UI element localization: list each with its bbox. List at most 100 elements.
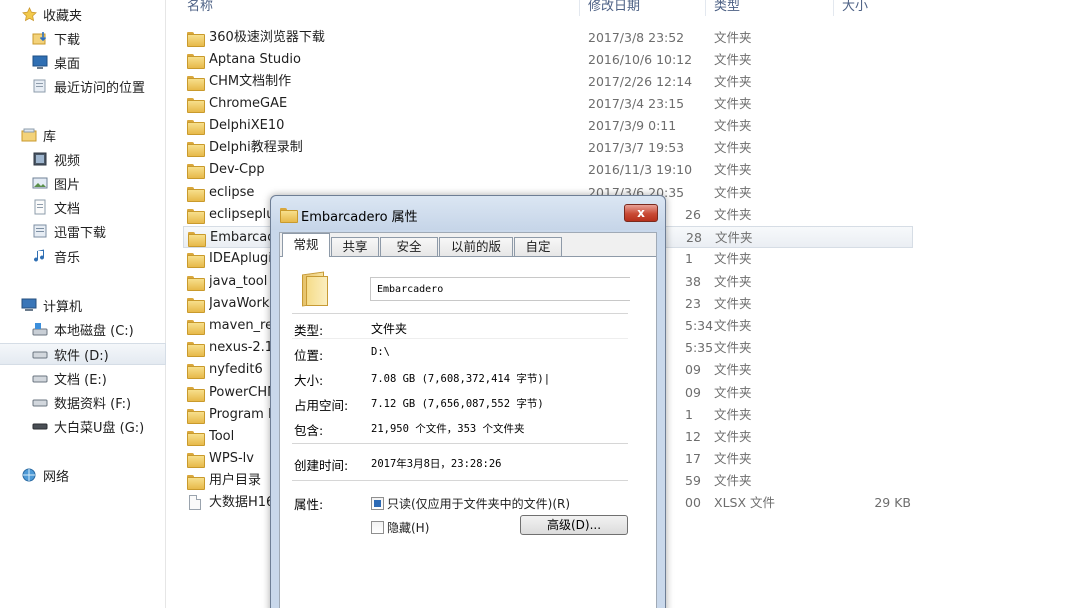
properties-dialog: Embarcadero 属性 x 常规 共享 安全 以前的版本 自定义 类型: … bbox=[270, 195, 666, 608]
advanced-button[interactable]: 高级(D)... bbox=[520, 515, 628, 535]
thunder-folder-icon bbox=[32, 223, 48, 239]
location-value: D:\ bbox=[371, 346, 390, 358]
nav-downloads[interactable]: 下载 bbox=[0, 27, 166, 49]
folder-icon bbox=[187, 274, 205, 291]
tab-security[interactable]: 安全 bbox=[380, 237, 438, 257]
folder-icon bbox=[187, 52, 205, 69]
folder-icon bbox=[187, 362, 205, 379]
tab-general[interactable]: 常规 bbox=[282, 233, 330, 257]
nav-drive-d[interactable]: 软件 (D:) bbox=[0, 343, 166, 365]
column-header-name[interactable]: 名称 bbox=[187, 0, 213, 16]
nav-favorites[interactable]: 收藏夹 bbox=[0, 3, 166, 25]
nav-libraries[interactable]: 库 bbox=[0, 124, 166, 146]
tab-strip: 常规 共享 安全 以前的版本 自定义 bbox=[280, 233, 658, 272]
file-row[interactable]: 360极速浏览器下载 2017/3/8 23:52 文件夹 bbox=[183, 27, 913, 49]
library-icon bbox=[21, 127, 37, 143]
download-folder-icon bbox=[32, 30, 48, 46]
column-header-date[interactable]: 修改日期 bbox=[588, 0, 640, 16]
type-label: 类型: bbox=[294, 323, 324, 338]
hidden-checkbox[interactable]: 隐藏(H) bbox=[371, 519, 429, 536]
folder-icon bbox=[187, 162, 205, 179]
folder-icon bbox=[187, 318, 205, 335]
nav-documents[interactable]: 文档 bbox=[0, 196, 166, 218]
folder-icon bbox=[187, 74, 205, 91]
computer-icon bbox=[21, 297, 37, 313]
disk-size-label: 占用空间: bbox=[294, 398, 349, 413]
column-header-type[interactable]: 类型 bbox=[714, 0, 740, 16]
size-label: 大小: bbox=[294, 373, 324, 388]
drive-icon bbox=[32, 394, 48, 410]
nav-network[interactable]: 网络 bbox=[0, 464, 166, 486]
desktop-icon bbox=[32, 54, 48, 70]
nav-desktop[interactable]: 桌面 bbox=[0, 51, 166, 73]
column-divider[interactable] bbox=[705, 0, 706, 16]
folder-icon bbox=[187, 118, 205, 135]
folder-icon bbox=[187, 30, 205, 47]
dialog-body: 常规 共享 安全 以前的版本 自定义 类型: 文件夹 位置: D:\ 大小: 7… bbox=[279, 232, 657, 608]
system-drive-icon bbox=[32, 321, 48, 337]
folder-icon bbox=[187, 185, 205, 202]
divider bbox=[292, 313, 628, 314]
folder-icon bbox=[187, 140, 205, 157]
file-row[interactable]: Dev-Cpp 2016/11/3 19:10 文件夹 bbox=[183, 159, 913, 181]
tab-previous-versions[interactable]: 以前的版本 bbox=[439, 237, 513, 272]
nav-computer[interactable]: 计算机 bbox=[0, 294, 166, 316]
tab-sharing[interactable]: 共享 bbox=[331, 237, 379, 257]
folder-icon bbox=[187, 473, 205, 490]
nav-drive-c[interactable]: 本地磁盘 (C:) bbox=[0, 318, 166, 340]
folder-icon bbox=[187, 429, 205, 446]
file-row[interactable]: Delphi教程录制 2017/3/7 19:53 文件夹 bbox=[183, 137, 913, 159]
navigation-pane: 收藏夹 下载 桌面 最近访问的位置 库 视频 图片 文档 迅雷下载 音乐 计算机 bbox=[0, 0, 166, 608]
network-icon bbox=[21, 467, 37, 483]
file-row[interactable]: CHM文档制作 2017/2/26 12:14 文件夹 bbox=[183, 71, 913, 93]
divider bbox=[292, 443, 628, 444]
folder-name-input[interactable] bbox=[370, 277, 630, 301]
folder-icon bbox=[187, 407, 205, 424]
close-button[interactable]: x bbox=[624, 204, 658, 222]
folder-icon bbox=[187, 207, 205, 224]
column-header-size[interactable]: 大小 bbox=[842, 0, 868, 16]
column-divider[interactable] bbox=[579, 0, 580, 16]
readonly-checkbox[interactable]: 只读(仅应用于文件夹中的文件)(R) bbox=[371, 495, 570, 512]
contains-label: 包含: bbox=[294, 423, 324, 438]
nav-drive-e[interactable]: 文档 (E:) bbox=[0, 367, 166, 389]
folder-icon bbox=[187, 451, 205, 468]
file-row[interactable]: ChromeGAE 2017/3/4 23:15 文件夹 bbox=[183, 93, 913, 115]
folder-icon bbox=[187, 296, 205, 313]
attributes-label: 属性: bbox=[294, 497, 324, 512]
folder-icon bbox=[280, 206, 298, 223]
file-row[interactable]: DelphiXE10 2017/3/9 0:11 文件夹 bbox=[183, 115, 913, 137]
divider bbox=[292, 480, 628, 481]
file-icon bbox=[187, 495, 203, 511]
folder-icon bbox=[188, 230, 206, 247]
recent-places-icon bbox=[32, 78, 48, 94]
dialog-titlebar[interactable]: Embarcadero 属性 x bbox=[271, 196, 665, 230]
location-label: 位置: bbox=[294, 348, 324, 363]
created-value: 2017年3月8日，23:28:26 bbox=[371, 458, 502, 470]
usb-drive-icon bbox=[32, 418, 48, 434]
drive-icon bbox=[32, 346, 48, 362]
column-divider[interactable] bbox=[833, 0, 834, 16]
dialog-title: Embarcadero 属性 bbox=[301, 210, 418, 225]
nav-drive-f[interactable]: 数据资料 (F:) bbox=[0, 391, 166, 413]
folder-icon bbox=[187, 251, 205, 268]
size-value: 7.08 GB (7,608,372,414 字节)| bbox=[371, 373, 551, 385]
nav-music[interactable]: 音乐 bbox=[0, 245, 166, 267]
divider bbox=[292, 338, 628, 339]
nav-videos[interactable]: 视频 bbox=[0, 148, 166, 170]
drive-icon bbox=[32, 370, 48, 386]
checkbox-indeterminate bbox=[371, 497, 384, 510]
nav-drive-g[interactable]: 大白菜U盘 (G:) bbox=[0, 415, 166, 437]
tab-customize[interactable]: 自定义 bbox=[514, 237, 562, 272]
nav-pictures[interactable]: 图片 bbox=[0, 172, 166, 194]
checkbox-unchecked bbox=[371, 521, 384, 534]
file-row[interactable]: Aptana Studio 2016/10/6 10:12 文件夹 bbox=[183, 49, 913, 71]
nav-thunder-download[interactable]: 迅雷下载 bbox=[0, 220, 166, 242]
disk-size-value: 7.12 GB (7,656,087,552 字节) bbox=[371, 398, 544, 410]
type-value: 文件夹 bbox=[371, 322, 408, 336]
folder-icon bbox=[300, 271, 328, 306]
tab-panel-general: 类型: 文件夹 位置: D:\ 大小: 7.08 GB (7,608,372,4… bbox=[280, 256, 656, 608]
created-label: 创建时间: bbox=[294, 458, 349, 473]
nav-recent[interactable]: 最近访问的位置 bbox=[0, 75, 166, 97]
picture-icon bbox=[32, 175, 48, 191]
